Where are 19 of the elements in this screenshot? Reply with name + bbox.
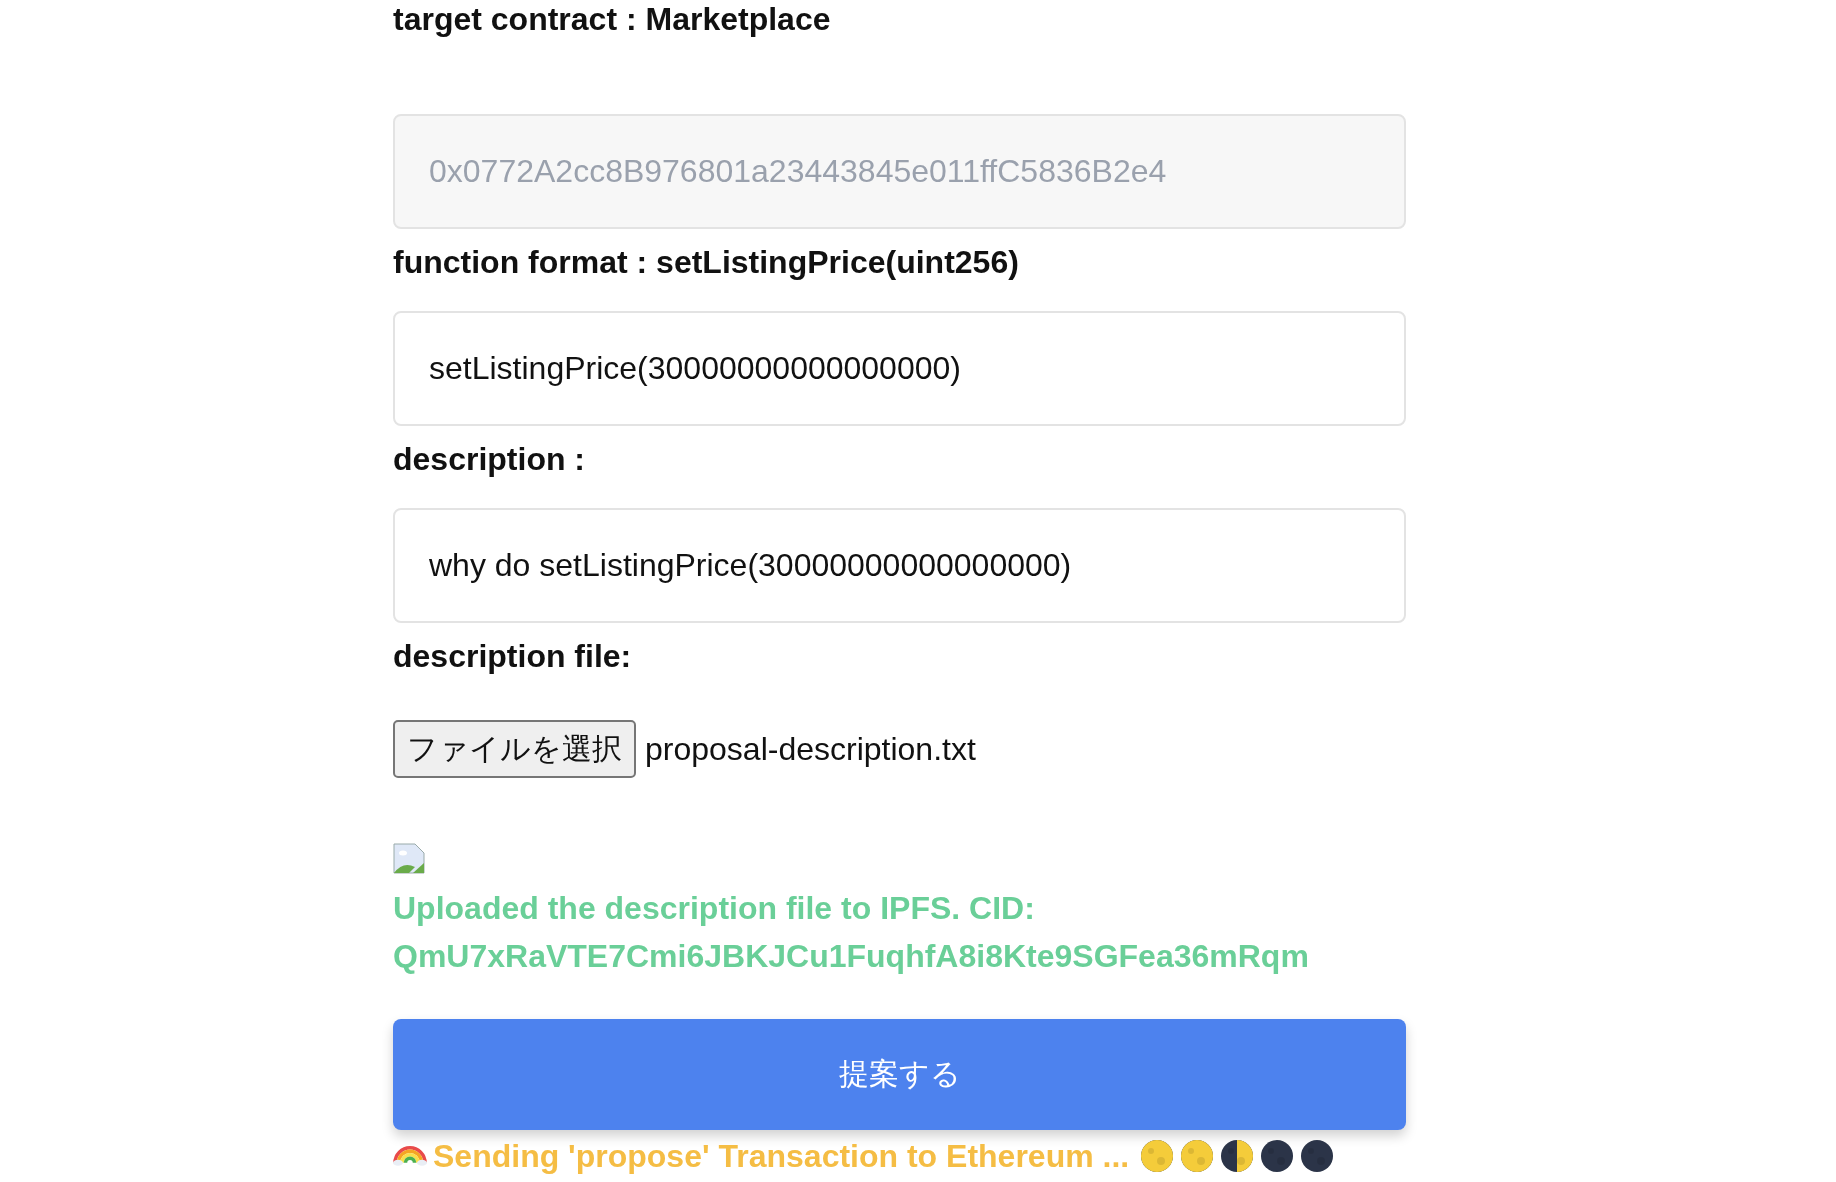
field-label: function format : setListingPrice(uint256)	[393, 243, 1020, 281]
moon-icon	[1261, 1140, 1294, 1172]
field-label: target contract : Marketplace	[393, 0, 832, 38]
moon-icon	[1181, 1140, 1214, 1172]
propose-button[interactable]: 提案する	[393, 1019, 1406, 1130]
choose-file-button[interactable]: ファイルを選択	[393, 720, 636, 778]
file-name: proposal-description.txt	[645, 730, 976, 768]
field-label: description file:	[393, 637, 633, 675]
status-text: Sending 'propose' Transaction to Ethereum ...	[433, 1137, 1130, 1175]
input-field[interactable]: why do setListingPrice(30000000000000000)	[393, 508, 1406, 623]
moon-icon	[1301, 1140, 1334, 1172]
moon-icon	[1221, 1140, 1254, 1172]
rainbow-icon	[393, 1146, 427, 1166]
cid-text: QmU7xRaVTE7Cmi6JBKJCu1FuqhfA8i8Kte9SGFea36mRqm	[393, 937, 1310, 976]
broken-image-icon	[393, 843, 425, 874]
moon-icon	[1141, 1140, 1174, 1172]
upload-message: Uploaded the description file to IPFS. CID:	[393, 889, 1036, 928]
input-field[interactable]: setListingPrice(30000000000000000)	[393, 311, 1406, 426]
field-label: description :	[393, 440, 586, 478]
